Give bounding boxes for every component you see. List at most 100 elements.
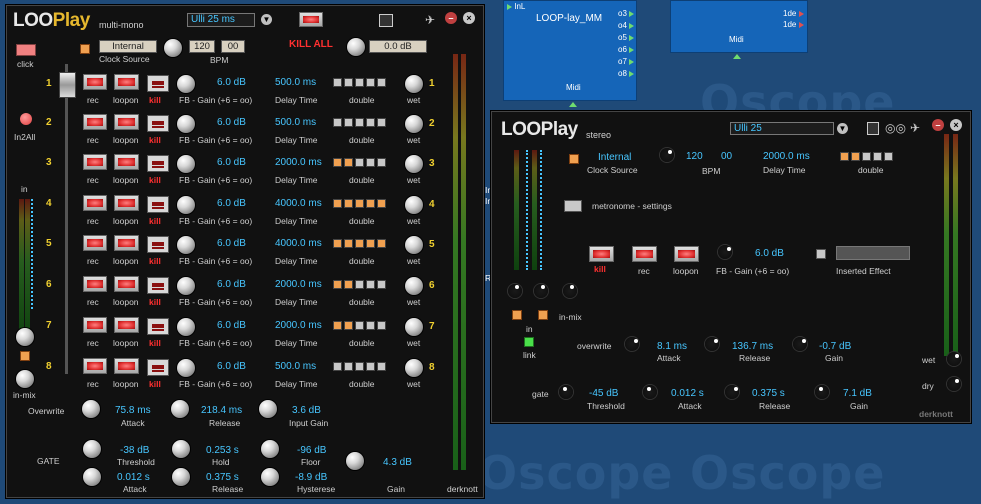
wet-knob[interactable]	[405, 359, 423, 377]
delay-value[interactable]: 2000.0 ms	[275, 157, 322, 168]
inserted-effect-toggle[interactable]	[816, 249, 826, 259]
overwrite-knob[interactable]	[82, 400, 100, 418]
double-selector[interactable]	[333, 118, 386, 127]
kill-all-label[interactable]: KILL ALL	[289, 39, 333, 50]
double-step[interactable]	[344, 118, 353, 127]
double-step[interactable]	[377, 118, 386, 127]
double-step[interactable]	[366, 78, 375, 87]
fb-gain-knob[interactable]	[177, 359, 195, 377]
double-step[interactable]	[366, 158, 375, 167]
gate-threshold-knob[interactable]	[559, 385, 573, 399]
double-step[interactable]	[344, 280, 353, 289]
double-step[interactable]	[344, 239, 353, 248]
delay-value[interactable]: 500.0 ms	[275, 77, 316, 88]
delay-value[interactable]: 4000.0 ms	[275, 238, 322, 249]
wet-knob[interactable]	[405, 75, 423, 93]
double-selector[interactable]	[333, 239, 386, 248]
double-step[interactable]	[377, 158, 386, 167]
rec-button[interactable]	[632, 246, 657, 262]
gate-attack-knob[interactable]	[83, 468, 101, 486]
rec-button[interactable]	[83, 195, 107, 211]
delay-value[interactable]: 2000.0 ms	[275, 279, 322, 290]
kill-button[interactable]	[147, 236, 169, 253]
gate-floor-knob[interactable]	[261, 440, 279, 458]
double-step[interactable]	[377, 321, 386, 330]
click-button[interactable]	[16, 44, 36, 56]
wet-knob[interactable]	[405, 115, 423, 133]
rec-button[interactable]	[83, 276, 107, 292]
in2all-button[interactable]	[20, 113, 32, 125]
pin-icon[interactable]: ✈	[910, 121, 920, 135]
master-gain-knob[interactable]	[347, 38, 365, 56]
preset-dropdown[interactable]: Ulli 25 ms	[187, 13, 255, 27]
bpm-value-b[interactable]: 00	[721, 151, 732, 162]
rec-button[interactable]	[83, 235, 107, 251]
gate-attack-knob[interactable]	[643, 385, 657, 399]
double-step[interactable]	[377, 239, 386, 248]
in-mix-knob[interactable]	[16, 370, 34, 388]
double-step[interactable]	[355, 239, 364, 248]
rec-button[interactable]	[83, 74, 107, 90]
double-step[interactable]	[344, 199, 353, 208]
double-selector[interactable]	[333, 78, 386, 87]
double-step[interactable]	[333, 118, 342, 127]
double-step[interactable]	[333, 321, 342, 330]
double-step[interactable]	[344, 321, 353, 330]
rec-button[interactable]	[83, 317, 107, 333]
delay-value[interactable]: 2000.0 ms	[275, 320, 322, 331]
rec-button[interactable]	[83, 358, 107, 374]
fb-gain-knob[interactable]	[177, 115, 195, 133]
double-step[interactable]	[355, 78, 364, 87]
overwrite-release-knob[interactable]	[705, 337, 719, 351]
double-step[interactable]	[333, 199, 342, 208]
double-step[interactable]	[333, 78, 342, 87]
double-step[interactable]	[355, 321, 364, 330]
double-step[interactable]	[355, 158, 364, 167]
delay-value[interactable]: 2000.0 ms	[763, 151, 810, 162]
loopon-button[interactable]	[114, 154, 139, 170]
fb-gain-knob[interactable]	[718, 245, 732, 259]
overwrite-release-knob[interactable]	[171, 400, 189, 418]
double-step[interactable]	[884, 152, 893, 161]
double-step[interactable]	[366, 362, 375, 371]
kill-button[interactable]	[147, 359, 169, 376]
input-gain-knob[interactable]	[259, 400, 277, 418]
kill-button[interactable]	[147, 318, 169, 335]
double-selector[interactable]	[840, 152, 893, 161]
gate-threshold-knob[interactable]	[83, 440, 101, 458]
loopon-button[interactable]	[114, 74, 139, 90]
copy-icon[interactable]	[379, 14, 393, 27]
in-knob[interactable]	[16, 328, 34, 346]
bg-module-right[interactable]: 1de 1de Midi	[670, 0, 808, 59]
double-step[interactable]	[355, 199, 364, 208]
rec-button[interactable]	[83, 114, 107, 130]
double-step[interactable]	[366, 199, 375, 208]
master-fader-handle[interactable]	[59, 72, 76, 98]
loopon-button[interactable]	[114, 114, 139, 130]
double-selector[interactable]	[333, 280, 386, 289]
wet-knob[interactable]	[947, 352, 961, 366]
double-selector[interactable]	[333, 321, 386, 330]
double-selector[interactable]	[333, 158, 386, 167]
double-step[interactable]	[344, 362, 353, 371]
gate-release-knob[interactable]	[172, 468, 190, 486]
double-step[interactable]	[344, 78, 353, 87]
double-selector[interactable]	[333, 199, 386, 208]
delay-value[interactable]: 500.0 ms	[275, 117, 316, 128]
double-step[interactable]	[377, 199, 386, 208]
double-step[interactable]	[366, 321, 375, 330]
loopon-button[interactable]	[114, 317, 139, 333]
clock-source-field[interactable]: Internal	[99, 40, 157, 53]
inserted-effect-slot[interactable]	[836, 246, 910, 260]
clock-knob[interactable]	[164, 39, 182, 57]
double-step[interactable]	[851, 152, 860, 161]
gate-gain-knob[interactable]	[815, 385, 829, 399]
rec-button[interactable]	[83, 154, 107, 170]
double-selector[interactable]	[333, 362, 386, 371]
close-icon[interactable]: ×	[950, 119, 962, 131]
loopon-button[interactable]	[114, 276, 139, 292]
master-gain-field[interactable]: 0.0 dB	[369, 40, 427, 53]
wet-knob[interactable]	[405, 318, 423, 336]
clock-source-toggle[interactable]	[80, 44, 90, 54]
minimize-icon[interactable]: –	[445, 12, 457, 24]
